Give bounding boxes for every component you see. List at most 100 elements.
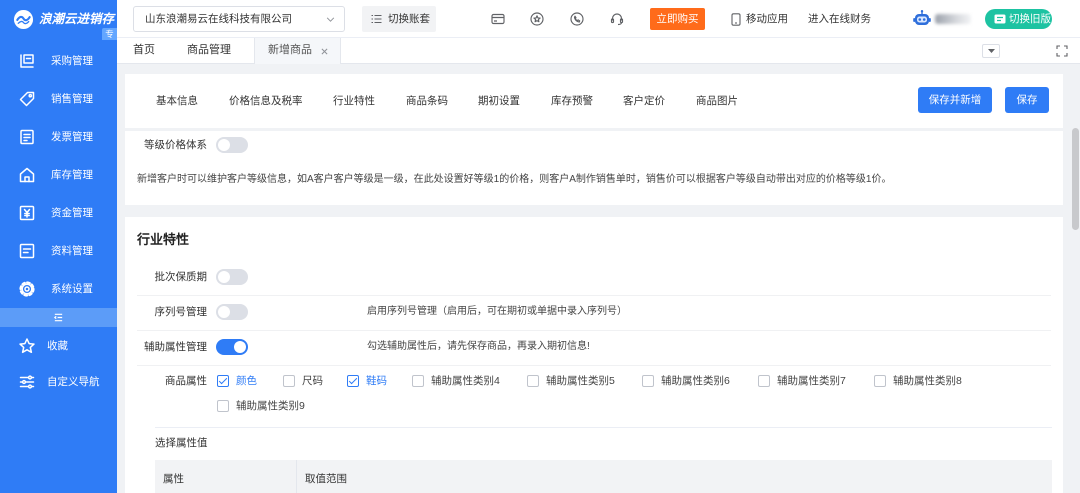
checkbox[interactable] bbox=[874, 375, 886, 387]
attr-option-color[interactable]: 颜色 bbox=[217, 374, 257, 388]
industry-features-card: 行业特性 批次保质期 序列号管理 启用序列号管理（启用后，可在期初或单据中录入序… bbox=[125, 217, 1063, 493]
card-icon[interactable] bbox=[491, 12, 505, 26]
form-section-nav: 基本信息 价格信息及税率 行业特性 商品条码 期初设置 库存预警 客户定价 商品… bbox=[125, 74, 1063, 128]
sidebar-item-inventory[interactable]: 库存管理 bbox=[0, 156, 117, 194]
attr-option-category-8[interactable]: 辅助属性类别8 bbox=[874, 374, 962, 388]
chevron-down-icon bbox=[326, 17, 335, 22]
sidebar-item-invoice[interactable]: 发票管理 bbox=[0, 118, 117, 156]
save-and-new-button[interactable]: 保存并新增 bbox=[918, 87, 992, 113]
section-tab-opening[interactable]: 期初设置 bbox=[478, 94, 520, 108]
caret-down-icon bbox=[988, 49, 995, 53]
close-icon[interactable] bbox=[321, 48, 328, 55]
buy-now-button[interactable]: 立即购买 bbox=[650, 8, 705, 30]
section-tab-customer-pricing[interactable]: 客户定价 bbox=[623, 94, 665, 108]
online-finance-link[interactable]: 进入在线财务 bbox=[808, 0, 871, 38]
robot-avatar-icon[interactable] bbox=[912, 9, 932, 29]
attr-option-category-4[interactable]: 辅助属性类别4 bbox=[412, 374, 500, 388]
sidebar-item-data[interactable]: 资料管理 bbox=[0, 232, 117, 270]
headset-icon[interactable] bbox=[610, 12, 624, 26]
sidebar-item-favorites[interactable]: 收藏 bbox=[0, 327, 117, 365]
tab-label: 新增商品 bbox=[268, 44, 312, 56]
company-select-value: 山东浪潮易云在线科技有限公司 bbox=[145, 13, 292, 25]
attr-option-category-9[interactable]: 辅助属性类别9 bbox=[217, 399, 305, 413]
batch-shelf-life-toggle[interactable] bbox=[216, 269, 248, 285]
serial-number-toggle[interactable] bbox=[216, 304, 248, 320]
row-divider bbox=[137, 365, 1051, 366]
checkbox[interactable] bbox=[217, 400, 229, 412]
attribute-values-table: 属性 取值范围 bbox=[155, 460, 1052, 493]
checkbox-label: 辅助属性类别4 bbox=[431, 375, 500, 387]
checkbox[interactable] bbox=[412, 375, 424, 387]
logo-text: 浪潮云进销存 bbox=[39, 12, 115, 26]
switch-account-button[interactable]: 切换账套 bbox=[362, 6, 436, 32]
company-select[interactable]: 山东浪潮易云在线科技有限公司 bbox=[133, 6, 345, 32]
checkbox[interactable] bbox=[283, 375, 295, 387]
attr-option-shoe-size[interactable]: 鞋码 bbox=[347, 374, 387, 388]
checkbox-label: 辅助属性类别9 bbox=[236, 400, 305, 412]
section-tab-images[interactable]: 商品图片 bbox=[696, 94, 738, 108]
sidebar-item-custom-nav[interactable]: 自定义导航 bbox=[0, 363, 117, 401]
grade-price-label: 等级价格体系 bbox=[144, 139, 207, 151]
attr-option-category-5[interactable]: 辅助属性类别5 bbox=[527, 374, 615, 388]
collapse-icon bbox=[53, 313, 63, 322]
sidebar-item-label: 资料管理 bbox=[51, 245, 93, 257]
sidebar-item-sales[interactable]: 销售管理 bbox=[0, 80, 117, 118]
product-attributes-label: 商品属性 bbox=[165, 375, 207, 387]
checkbox[interactable] bbox=[758, 375, 770, 387]
sidebar-item-label: 自定义导航 bbox=[47, 376, 100, 388]
edition-badge: 专 bbox=[102, 28, 117, 40]
checkbox-label: 辅助属性类别6 bbox=[661, 375, 730, 387]
star-icon bbox=[19, 338, 35, 354]
attr-option-size[interactable]: 尺码 bbox=[283, 374, 323, 388]
checkbox-label: 辅助属性类别5 bbox=[546, 375, 615, 387]
attr-option-category-7[interactable]: 辅助属性类别7 bbox=[758, 374, 846, 388]
switch-account-label: 切换账套 bbox=[388, 13, 430, 25]
sidebar-item-label: 收藏 bbox=[47, 340, 68, 352]
batch-shelf-life-label: 批次保质期 bbox=[154, 271, 208, 283]
checkbox[interactable] bbox=[347, 375, 359, 387]
checkbox[interactable] bbox=[217, 375, 229, 387]
checkbox[interactable] bbox=[642, 375, 654, 387]
checkbox-label: 尺码 bbox=[302, 375, 323, 387]
logo-icon bbox=[13, 9, 34, 30]
sidebar-item-fund[interactable]: 资金管理 bbox=[0, 194, 117, 232]
sidebar-item-label: 系统设置 bbox=[51, 283, 93, 295]
grade-price-toggle[interactable] bbox=[216, 137, 248, 153]
grade-price-card: 等级价格体系 新增客户时可以维护客户等级信息，如A客户客户等级是一级，在此处设置… bbox=[125, 131, 1063, 205]
section-tab-basic-info[interactable]: 基本信息 bbox=[156, 94, 198, 108]
section-tab-barcode[interactable]: 商品条码 bbox=[406, 94, 448, 108]
scrollbar-thumb[interactable] bbox=[1072, 128, 1079, 230]
tab-product-management[interactable]: 商品管理 bbox=[187, 38, 231, 64]
section-tab-price-tax[interactable]: 价格信息及税率 bbox=[229, 94, 303, 108]
purchase-icon bbox=[20, 54, 34, 68]
attr-option-category-6[interactable]: 辅助属性类别6 bbox=[642, 374, 730, 388]
checkbox[interactable] bbox=[527, 375, 539, 387]
tab-list-dropdown[interactable] bbox=[982, 44, 1000, 58]
page-tab-bar: 首页 商品管理 新增商品 bbox=[117, 38, 1080, 64]
fullscreen-icon[interactable] bbox=[1056, 45, 1068, 57]
aux-attributes-toggle[interactable] bbox=[216, 339, 248, 355]
checkbox-label: 辅助属性类别8 bbox=[893, 375, 962, 387]
save-button[interactable]: 保存 bbox=[1005, 87, 1049, 113]
table-header-attribute: 属性 bbox=[155, 460, 297, 493]
user-name-redacted[interactable] bbox=[935, 14, 971, 24]
checkbox-label: 辅助属性类别7 bbox=[777, 375, 846, 387]
logo[interactable]: 浪潮云进销存 专 bbox=[0, 0, 117, 40]
phone-icon[interactable] bbox=[570, 12, 584, 26]
section-tab-stock-alert[interactable]: 库存预警 bbox=[551, 94, 593, 108]
custom-nav-icon bbox=[19, 375, 35, 389]
mobile-app-link[interactable]: 移动应用 bbox=[746, 0, 788, 38]
tab-home[interactable]: 首页 bbox=[133, 38, 155, 64]
section-divider bbox=[155, 427, 1052, 428]
section-tab-industry[interactable]: 行业特性 bbox=[333, 94, 375, 108]
star-circle-icon[interactable] bbox=[530, 12, 544, 26]
switch-old-version-button[interactable]: 切换旧版 bbox=[985, 9, 1052, 29]
sidebar-item-settings[interactable]: 系统设置 bbox=[0, 270, 117, 308]
sidebar-collapse-toggle[interactable] bbox=[0, 308, 117, 327]
sales-icon bbox=[19, 91, 35, 107]
content-scrollbar[interactable] bbox=[1070, 64, 1080, 493]
sidebar-item-purchase[interactable]: 采购管理 bbox=[0, 42, 117, 80]
invoice-icon bbox=[20, 129, 34, 145]
list-icon bbox=[371, 14, 382, 24]
tab-new-product[interactable]: 新增商品 bbox=[254, 38, 341, 64]
